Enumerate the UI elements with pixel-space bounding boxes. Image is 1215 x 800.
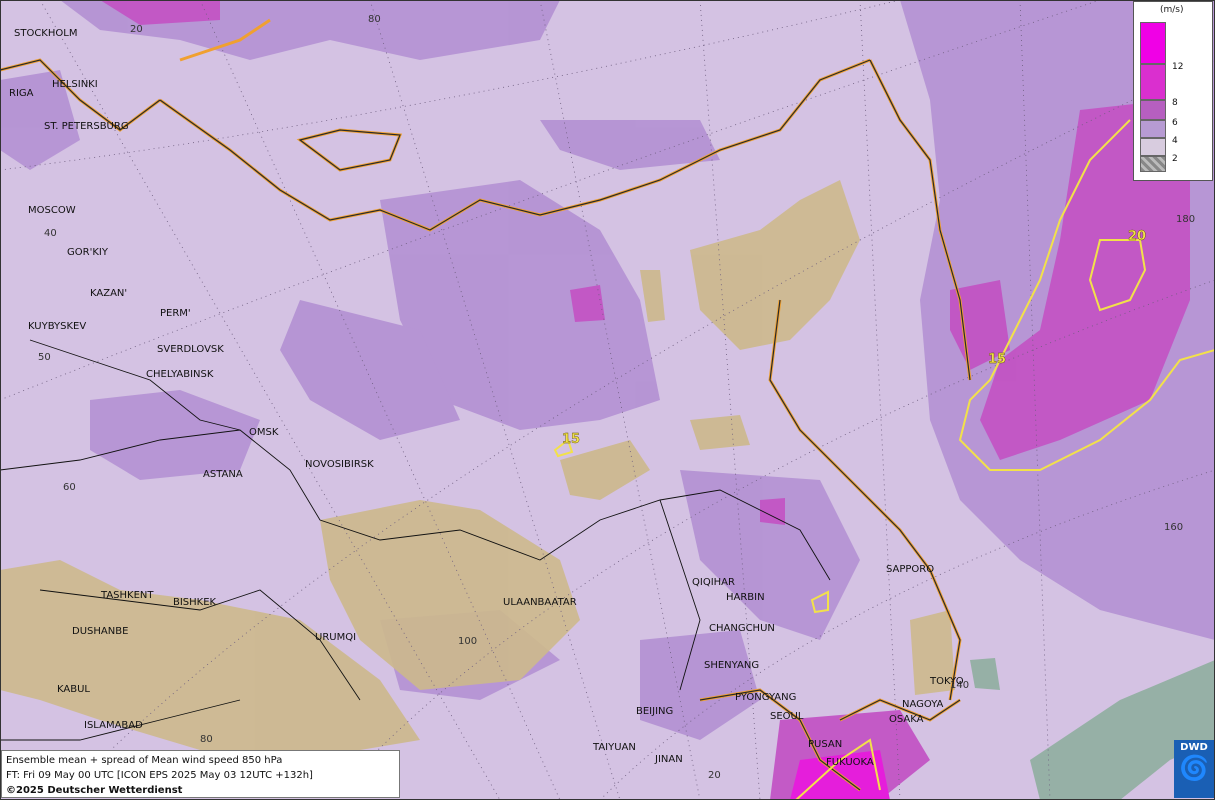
grid-label: 160	[1164, 522, 1183, 533]
grid-label: 100	[458, 636, 477, 647]
city-label: URUMQI	[315, 632, 356, 643]
city-label: ULAANBAATAR	[503, 597, 577, 608]
city-label: SAPPORO	[886, 564, 934, 575]
color-legend: (m/s) 12 8 6 4 2	[1133, 1, 1213, 181]
info-copyright: ©2025 Deutscher Wetterdienst	[6, 785, 183, 796]
contour-label: 15	[988, 352, 1006, 367]
city-label: SEOUL	[770, 711, 804, 722]
city-label: SVERDLOVSK	[157, 344, 224, 355]
city-label: FUKUOKA	[826, 757, 874, 768]
city-label: TASHKENT	[100, 590, 154, 601]
city-label: QIQIHAR	[692, 577, 735, 588]
grid-label: 180	[1176, 214, 1195, 225]
wind-speed-map: 20 80 40 50 60 100 80 20 180 160 140 15 …	[0, 0, 1215, 800]
city-label: MOSCOW	[28, 205, 76, 216]
city-label: HARBIN	[726, 592, 765, 603]
info-box: Ensemble mean + spread of Mean wind spee…	[1, 750, 400, 798]
info-forecast-time: FT: Fri 09 May 00 UTC [ICON EPS 2025 May…	[6, 770, 313, 781]
city-label: JINAN	[654, 754, 683, 765]
legend-unit: (m/s)	[1160, 5, 1184, 15]
city-label: CHELYABINSK	[146, 369, 214, 380]
grid-label: 20	[708, 770, 721, 781]
city-label: KABUL	[57, 684, 90, 695]
city-label: BEIJING	[636, 706, 673, 717]
city-label: TAIYUAN	[592, 742, 636, 753]
city-label: NOVOSIBIRSK	[305, 459, 374, 470]
city-label: STOCKHOLM	[14, 28, 77, 39]
city-label: PUSAN	[808, 739, 842, 750]
city-label: NAGOYA	[902, 699, 944, 710]
contour-label: 15	[562, 432, 580, 447]
legend-swatch	[1140, 156, 1166, 172]
legend-label: 12	[1172, 62, 1184, 72]
grid-label: 60	[63, 482, 76, 493]
city-label: ISLAMABAD	[84, 720, 143, 731]
grid-label: 40	[44, 228, 57, 239]
city-label: RIGA	[9, 88, 34, 99]
legend-label: 4	[1172, 136, 1178, 146]
city-label: BISHKEK	[173, 597, 217, 608]
grid-label: 20	[130, 24, 143, 35]
legend-swatch	[1140, 120, 1166, 138]
legend-label: 2	[1172, 154, 1178, 164]
city-label: KAZAN'	[90, 288, 127, 299]
spiral-icon: 🌀	[1179, 754, 1209, 782]
city-label: DUSHANBE	[72, 626, 128, 637]
contour-label: 20	[1128, 229, 1146, 244]
city-label: KUYBYSKEV	[28, 321, 86, 332]
dwd-logo: DWD 🌀	[1174, 740, 1214, 798]
city-label: PERM'	[160, 308, 191, 319]
city-label: CHANGCHUN	[709, 623, 775, 634]
grid-label: 50	[38, 352, 51, 363]
grid-label: 80	[368, 14, 381, 25]
legend-swatch	[1140, 138, 1166, 156]
info-title: Ensemble mean + spread of Mean wind spee…	[6, 755, 283, 766]
city-label: HELSINKI	[52, 79, 98, 90]
city-label: ASTANA	[203, 469, 243, 480]
legend-swatch	[1140, 64, 1166, 100]
city-label: OSAKA	[889, 714, 924, 725]
legend-label: 6	[1172, 118, 1178, 128]
city-label: PYONGYANG	[735, 692, 796, 703]
city-label: ST. PETERSBURG	[44, 121, 129, 132]
grid-label: 80	[200, 734, 213, 745]
legend-label: 8	[1172, 98, 1178, 108]
city-label: TOKYO	[929, 676, 964, 687]
city-label: GOR'KIY	[67, 247, 109, 258]
city-label: SHENYANG	[704, 660, 759, 671]
legend-swatch	[1140, 22, 1166, 64]
dwd-logo-text: DWD	[1180, 742, 1208, 753]
city-label: OMSK	[249, 427, 279, 438]
legend-swatch	[1140, 100, 1166, 120]
